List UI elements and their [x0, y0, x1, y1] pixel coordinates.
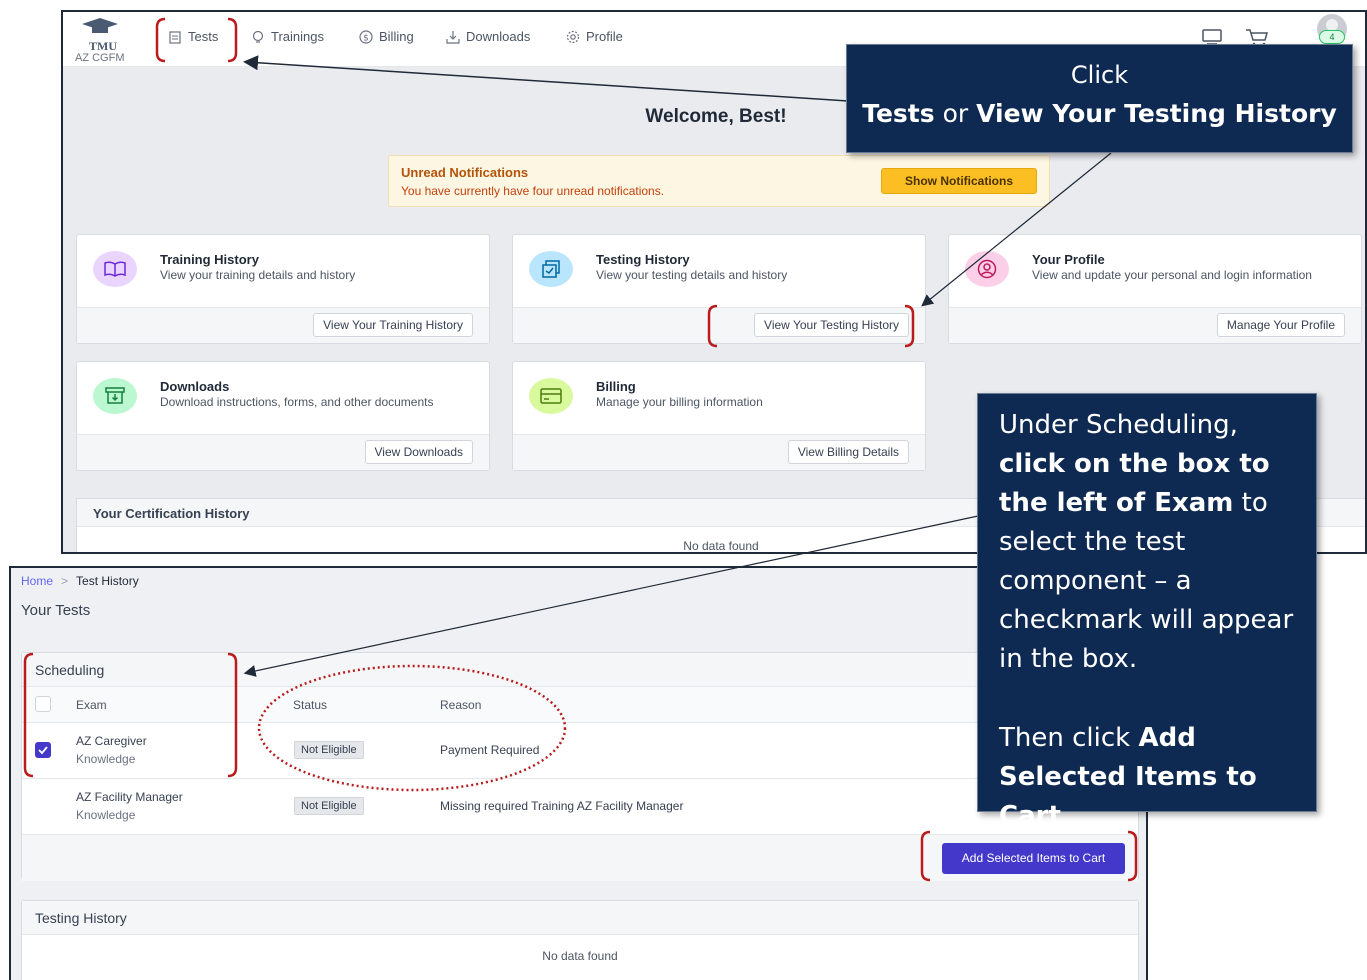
- download-icon: [446, 30, 460, 44]
- view-training-history-button[interactable]: View Your Training History: [313, 313, 473, 337]
- testing-history-card: Testing History View your testing detail…: [512, 234, 926, 344]
- testing-history-title: Testing History: [35, 910, 127, 926]
- card-title: Training History: [160, 252, 259, 267]
- nav-profile-label: Profile: [586, 29, 623, 44]
- view-billing-details-button[interactable]: View Billing Details: [787, 440, 909, 464]
- column-header-reason: Reason: [440, 698, 482, 712]
- checkmark-icon: [38, 746, 48, 755]
- status-badge: Not Eligible: [294, 797, 364, 815]
- notification-count-badge: 4: [1319, 30, 1345, 44]
- download-box-icon: [93, 378, 137, 414]
- show-notifications-button[interactable]: Show Notifications: [881, 168, 1037, 194]
- page-title: Your Tests: [21, 602, 91, 619]
- book-icon: [93, 251, 137, 287]
- scheduling-panel: Scheduling Exam Status Reason AZ Caregiv…: [21, 652, 1139, 881]
- reason-text: Payment Required: [440, 743, 540, 757]
- testing-history-empty: No data found: [542, 949, 618, 963]
- card-description: Download instructions, forms, and other …: [160, 395, 434, 409]
- breadcrumb-current: Test History: [76, 574, 139, 588]
- testing-history-panel: Testing History No data found: [21, 900, 1139, 980]
- card-description: Manage your billing information: [596, 395, 763, 409]
- logo-line1: TMU: [89, 39, 117, 53]
- status-badge: Not Eligible: [294, 741, 364, 759]
- scheduling-title: Scheduling: [35, 662, 105, 678]
- logo-line2: AZ CGFM: [75, 52, 125, 64]
- column-header-status: Status: [293, 698, 328, 712]
- breadcrumb-separator: >: [61, 574, 69, 588]
- gear-icon: [566, 30, 580, 43]
- nav-downloads-label: Downloads: [466, 29, 531, 44]
- exam-name: AZ Facility Manager: [76, 790, 183, 804]
- view-downloads-button[interactable]: View Downloads: [364, 440, 473, 464]
- nav-tests-label: Tests: [188, 29, 219, 44]
- nav-billing[interactable]: $ Billing: [359, 29, 414, 44]
- notification-text: You have currently have four unread noti…: [401, 184, 665, 198]
- card-title: Testing History: [596, 252, 690, 267]
- table-row: AZ Caregiver Knowledge Not Eligible Paym…: [22, 723, 1138, 779]
- unread-notifications-alert: Unread Notifications You have currently …: [388, 155, 1050, 207]
- cert-history-title: Your Certification History: [93, 506, 250, 521]
- tests-icon: [529, 251, 573, 287]
- lightbulb-icon: [252, 30, 264, 43]
- callout1-line2: Tests or View Your Testing History: [862, 99, 1337, 128]
- svg-text:$: $: [363, 33, 369, 43]
- card-description: View your testing details and history: [596, 268, 788, 282]
- card-title: Your Profile: [1032, 252, 1105, 267]
- dollar-icon: $: [359, 29, 373, 44]
- scheduling-table-header: Exam Status Reason: [22, 687, 1138, 723]
- card-title: Billing: [596, 379, 636, 394]
- nav-billing-label: Billing: [379, 29, 414, 44]
- row-checkbox-checked[interactable]: [35, 742, 51, 758]
- select-all-checkbox[interactable]: [35, 696, 51, 712]
- cart-action-bar: Add Selected Items to Cart: [22, 835, 1138, 881]
- exam-type: Knowledge: [76, 808, 136, 822]
- credit-card-icon: [529, 378, 573, 414]
- profile-card: Your Profile View and update your person…: [948, 234, 1362, 344]
- table-row: AZ Facility Manager Knowledge Not Eligib…: [22, 779, 1138, 835]
- callout1-line1: Click: [1070, 61, 1129, 89]
- manage-profile-button[interactable]: Manage Your Profile: [1216, 313, 1345, 337]
- notification-title: Unread Notifications: [401, 165, 529, 180]
- tmu-logo[interactable]: TMU AZ CGFM: [75, 17, 135, 64]
- breadcrumb-home[interactable]: Home: [21, 574, 53, 588]
- clipboard-icon: [169, 30, 181, 44]
- training-history-card: Training History View your training deta…: [76, 234, 490, 344]
- nav-downloads[interactable]: Downloads: [446, 29, 530, 44]
- add-selected-to-cart-button[interactable]: Add Selected Items to Cart: [942, 843, 1125, 874]
- view-testing-history-button[interactable]: View Your Testing History: [754, 313, 909, 337]
- card-description: View your training details and history: [160, 268, 356, 282]
- breadcrumb: Home > Test History: [21, 574, 139, 588]
- nav-profile[interactable]: Profile: [566, 29, 623, 44]
- callout2-paragraph2: Then click Add Selected Items to Cart: [999, 723, 1257, 831]
- instruction-callout-1: Click Tests or View Your Testing History: [846, 44, 1353, 153]
- nav-trainings[interactable]: Trainings: [251, 29, 324, 44]
- exam-type: Knowledge: [76, 752, 136, 766]
- column-header-exam: Exam: [76, 698, 107, 712]
- instruction-callout-2: Under Scheduling, click on the box to th…: [977, 393, 1317, 831]
- callout2-paragraph1: Under Scheduling, click on the box to th…: [999, 410, 1294, 674]
- card-title: Downloads: [160, 379, 230, 394]
- nav-tests[interactable]: Tests: [168, 29, 218, 44]
- user-circle-icon: [965, 251, 1009, 287]
- card-description: View and update your personal and login …: [1032, 268, 1312, 282]
- downloads-card: Downloads Download instructions, forms, …: [76, 361, 490, 471]
- billing-card: Billing Manage your billing information …: [512, 361, 926, 471]
- exam-name: AZ Caregiver: [76, 734, 147, 748]
- reason-text: Missing required Training AZ Facility Ma…: [440, 799, 684, 813]
- graduation-cap-icon: [82, 18, 118, 33]
- nav-trainings-label: Trainings: [271, 29, 324, 44]
